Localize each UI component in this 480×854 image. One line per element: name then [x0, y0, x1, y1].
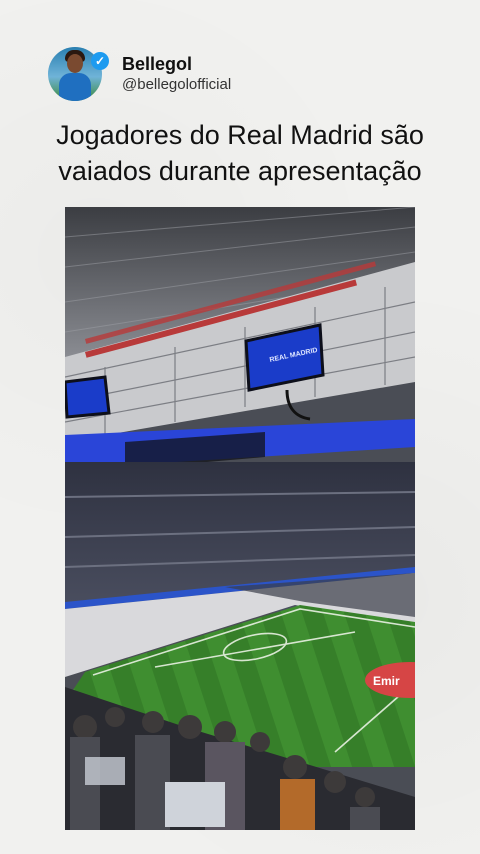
author-handle[interactable]: @bellegolofficial	[122, 75, 231, 95]
headline: Jogadores do Real Madrid são vaiados dur…	[0, 117, 480, 189]
stadium-photo[interactable]: REAL MADRID Emir	[65, 207, 415, 830]
sponsor-text: Emir	[373, 674, 400, 688]
avatar-jersey	[59, 73, 91, 101]
headline-line-1: Jogadores do Real Madrid são	[56, 120, 424, 150]
author-name[interactable]: Bellegol	[122, 53, 231, 75]
video-screen-left	[65, 375, 111, 419]
avatar-head	[67, 54, 83, 73]
verified-badge-icon: ✓	[91, 52, 109, 70]
laptop-screen	[165, 782, 225, 827]
author-profile[interactable]: Bellegol @bellegolofficial	[48, 47, 231, 101]
stadium-illustration: REAL MADRID Emir	[65, 207, 415, 830]
author-names: Bellegol @bellegolofficial	[122, 53, 231, 95]
headline-line-2: vaiados durante apresentação	[58, 156, 422, 186]
